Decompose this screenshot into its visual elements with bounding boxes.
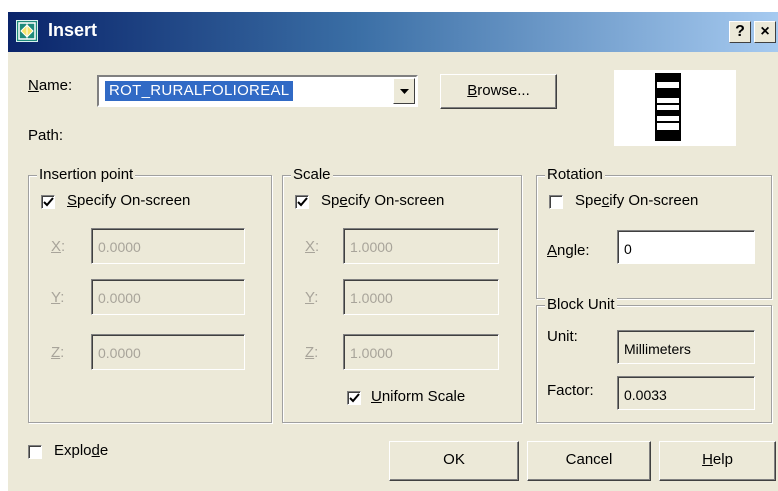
name-label: Name: — [28, 77, 73, 94]
insertion-point-group: Insertion point Specify On-screen X: 0.0… — [28, 166, 272, 423]
insertion-point-title: Insertion point — [37, 166, 136, 183]
rotation-specify-checkbox[interactable] — [549, 195, 563, 209]
close-button[interactable]: × — [754, 21, 776, 43]
help-button[interactable]: Help — [659, 441, 776, 481]
ok-button[interactable]: OK — [389, 441, 519, 481]
unit-field: Millimeters — [617, 330, 755, 364]
insertion-z-field[interactable]: 0.0000 — [91, 334, 245, 370]
block-unit-title: Block Unit — [545, 296, 617, 313]
scale-z-label: Z: — [305, 344, 319, 361]
scale-y-field[interactable]: 1.0000 — [343, 279, 499, 315]
factor-field: 0.0033 — [617, 376, 755, 410]
chevron-down-icon[interactable] — [393, 78, 415, 104]
browse-button[interactable]: Browse... — [440, 74, 557, 109]
insertion-x-field[interactable]: 0.0000 — [91, 228, 245, 264]
uniform-scale-label: Uniform Scale — [371, 388, 466, 405]
scale-z-field[interactable]: 1.0000 — [343, 334, 499, 370]
block-unit-group: Block Unit Unit: Millimeters Factor: 0.0… — [536, 296, 772, 423]
scale-y-label: Y: — [305, 289, 319, 306]
rotation-group: Rotation Specify On-screen Angle: 0 — [536, 166, 772, 299]
angle-field[interactable]: 0 — [617, 230, 755, 264]
angle-label: Angle: — [547, 242, 590, 259]
name-combobox[interactable]: ROT_RURALFOLIOREAL — [97, 75, 418, 107]
rotation-title: Rotation — [545, 166, 605, 183]
cancel-button[interactable]: Cancel — [527, 441, 651, 481]
scale-x-field[interactable]: 1.0000 — [343, 228, 499, 264]
insertion-specify-label: Specify On-screen — [67, 192, 191, 209]
explode-checkbox[interactable] — [28, 445, 42, 459]
factor-label: Factor: — [547, 382, 594, 399]
insertion-z-label: Z: — [51, 344, 65, 361]
rotation-specify-label: Specify On-screen — [575, 192, 699, 209]
insertion-y-field[interactable]: 0.0000 — [91, 279, 245, 315]
insertion-y-label: Y: — [51, 289, 65, 306]
scale-title: Scale — [291, 166, 333, 183]
insert-dialog: Insert ? × Name: ROT_RURALFOLIOREAL Brow… — [8, 12, 778, 491]
scale-specify-checkbox[interactable] — [295, 195, 309, 209]
scale-x-label: X: — [305, 238, 320, 255]
insertion-x-label: X: — [51, 238, 66, 255]
path-label: Path: — [28, 127, 64, 144]
uniform-scale-checkbox[interactable] — [347, 391, 361, 405]
insert-block-icon — [16, 20, 38, 42]
dialog-title: Insert — [48, 20, 98, 40]
scale-group: Scale Specify On-screen X: 1.0000 Y: 1.0… — [282, 166, 522, 423]
explode-label: Explode — [54, 442, 109, 459]
scale-specify-label: Specify On-screen — [321, 192, 445, 209]
block-preview-icon — [614, 70, 736, 146]
unit-label: Unit: — [547, 328, 578, 345]
name-value: ROT_RURALFOLIOREAL — [105, 81, 294, 101]
help-titlebar-button[interactable]: ? — [729, 21, 751, 43]
insertion-specify-checkbox[interactable] — [41, 195, 55, 209]
title-bar[interactable]: Insert ? × — [8, 12, 778, 52]
